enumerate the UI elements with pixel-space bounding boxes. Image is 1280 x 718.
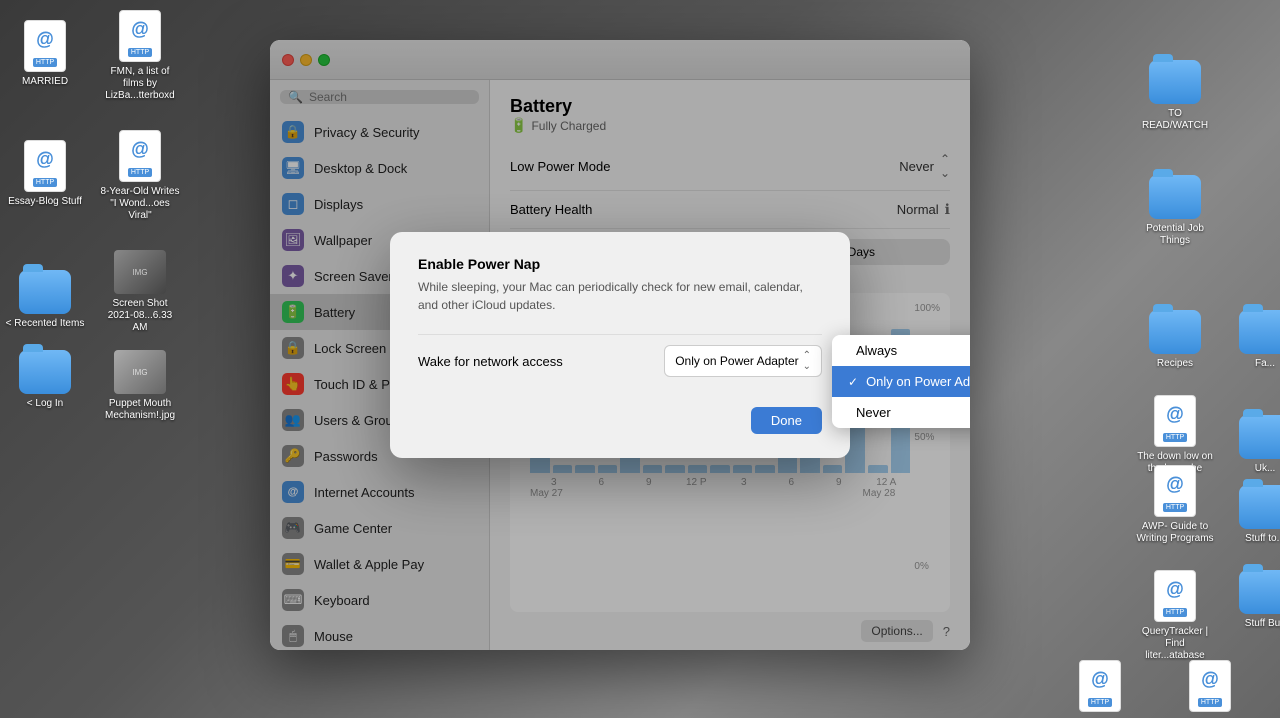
desktop-icon-screenshot[interactable]: IMG Screen Shot 2021-08...6.33 AM <box>100 250 180 334</box>
essay-label: Essay-Blog Stuff <box>8 196 82 208</box>
potential-folder-icon <box>1149 175 1201 219</box>
fa-label: Fa... <box>1255 358 1275 370</box>
downlow-icon: @ HTTP <box>1154 395 1196 447</box>
uk-label: Uk... <box>1255 463 1276 475</box>
stuffto-label: Stuff to... <box>1245 533 1280 545</box>
toread-folder-icon <box>1149 60 1201 104</box>
dropdown-container: Only on Power Adapter ⌃⌄ Always ✓ On <box>664 345 822 377</box>
awp-label: AWP- Guide to Writing Programs <box>1135 521 1215 545</box>
stuffto-folder-icon <box>1239 485 1280 529</box>
desktop-icon-fmn[interactable]: @ HTTP FMN, a list of films by LizBa...t… <box>100 10 180 102</box>
dropdown-item-never[interactable]: Never <box>832 397 970 428</box>
recented-label: < Recented Items <box>6 318 85 330</box>
stuffbuy-folder-icon <box>1239 570 1280 614</box>
desktop-icon-awp[interactable]: @ HTTP AWP- Guide to Writing Programs <box>1135 465 1215 545</box>
married-label: MARRIED <box>22 76 68 88</box>
modal-overlay: Enable Power Nap While sleeping, your Ma… <box>270 40 970 650</box>
wake-value: Only on Power Adapter <box>675 354 798 368</box>
married-icon: @ HTTP <box>24 20 66 72</box>
desktop-icon-8year[interactable]: @ HTTP 8-Year-Old Writes "I Wond...oes V… <box>100 130 180 222</box>
modal-footer: Done <box>418 407 822 434</box>
login-label: < Log In <box>27 398 63 410</box>
desktop-icon-stuffbuy[interactable]: Stuff Buy <box>1225 570 1280 630</box>
modal-dialog: Enable Power Nap While sleeping, your Ma… <box>390 232 850 458</box>
dropdown-menu: Always ✓ Only on Power Adapter Never <box>832 335 970 428</box>
http2-icon: @ HTTP <box>1189 660 1231 712</box>
wake-select[interactable]: Only on Power Adapter ⌃⌄ <box>664 345 822 377</box>
screenshot-label: Screen Shot 2021-08...6.33 AM <box>100 298 180 334</box>
desktop-icon-puppet[interactable]: IMG Puppet Mouth Mechanism!.jpg <box>100 350 180 422</box>
fa-folder-icon <box>1239 310 1280 354</box>
fmn-label: FMN, a list of films by LizBa...tterboxd <box>100 66 180 102</box>
fmn-icon: @ HTTP <box>119 10 161 62</box>
desktop-icon-login[interactable]: < Log In <box>5 350 85 410</box>
toread-label: TO READ/WATCH <box>1135 108 1215 132</box>
option-never: Never <box>856 405 891 420</box>
dropdown-item-always[interactable]: Always <box>832 335 970 366</box>
desktop-icon-toread[interactable]: TO READ/WATCH <box>1135 60 1215 132</box>
modal-title: Enable Power Nap <box>418 256 822 272</box>
puppet-thumb: IMG <box>114 350 166 394</box>
login-folder-icon <box>19 350 71 394</box>
desktop-icon-fa[interactable]: Fa... <box>1225 310 1280 370</box>
desktop-icon-querytracker[interactable]: @ HTTP QueryTracker | Find liter...ataba… <box>1135 570 1215 662</box>
desktop-icon-uk[interactable]: Uk... <box>1225 415 1280 475</box>
recipes-label: Recipes <box>1157 358 1193 370</box>
potential-label: Potential Job Things <box>1135 223 1215 247</box>
system-preferences-window: 🔍 🔒 Privacy & Security 🖥 Desktop & Dock … <box>270 40 970 650</box>
stuffbuy-label: Stuff Buy <box>1245 618 1280 630</box>
modal-description: While sleeping, your Mac can periodicall… <box>418 278 822 314</box>
desktop-icon-married[interactable]: @ HTTP MARRIED <box>5 20 85 88</box>
done-button[interactable]: Done <box>751 407 822 434</box>
screenshot-thumb: IMG <box>114 250 166 294</box>
awp-icon: @ HTTP <box>1154 465 1196 517</box>
modal-row-wake: Wake for network access Only on Power Ad… <box>418 334 822 387</box>
stepper-icon: ⌃⌄ <box>803 350 811 372</box>
desktop: @ HTTP MARRIED @ HTTP FMN, a list of fil… <box>0 0 1280 718</box>
recipes-folder-icon <box>1149 310 1201 354</box>
desktop-icon-recipes[interactable]: Recipes <box>1135 310 1215 370</box>
desktop-icon-http1[interactable]: @ HTTP <box>1060 660 1140 712</box>
uk-folder-icon <box>1239 415 1280 459</box>
puppet-label: Puppet Mouth Mechanism!.jpg <box>100 398 180 422</box>
desktop-icon-potential[interactable]: Potential Job Things <box>1135 175 1215 247</box>
desktop-icon-recented[interactable]: < Recented Items <box>5 270 85 330</box>
querytracker-icon: @ HTTP <box>1154 570 1196 622</box>
option-power: Only on Power Adapter <box>866 374 970 389</box>
querytracker-label: QueryTracker | Find liter...atabase <box>1135 626 1215 662</box>
8year-label: 8-Year-Old Writes "I Wond...oes Viral" <box>100 186 180 222</box>
desktop-icon-essay[interactable]: @ HTTP Essay-Blog Stuff <box>5 140 85 208</box>
essay-icon: @ HTTP <box>24 140 66 192</box>
option-always: Always <box>856 343 897 358</box>
desktop-icon-stuffto[interactable]: Stuff to... <box>1225 485 1280 545</box>
wake-label: Wake for network access <box>418 354 563 369</box>
desktop-icon-http2[interactable]: @ HTTP <box>1170 660 1250 712</box>
recented-folder-icon <box>19 270 71 314</box>
dropdown-item-power-adapter[interactable]: ✓ Only on Power Adapter <box>832 366 970 397</box>
check-power: ✓ <box>848 375 858 389</box>
8year-icon: @ HTTP <box>119 130 161 182</box>
http1-icon: @ HTTP <box>1079 660 1121 712</box>
